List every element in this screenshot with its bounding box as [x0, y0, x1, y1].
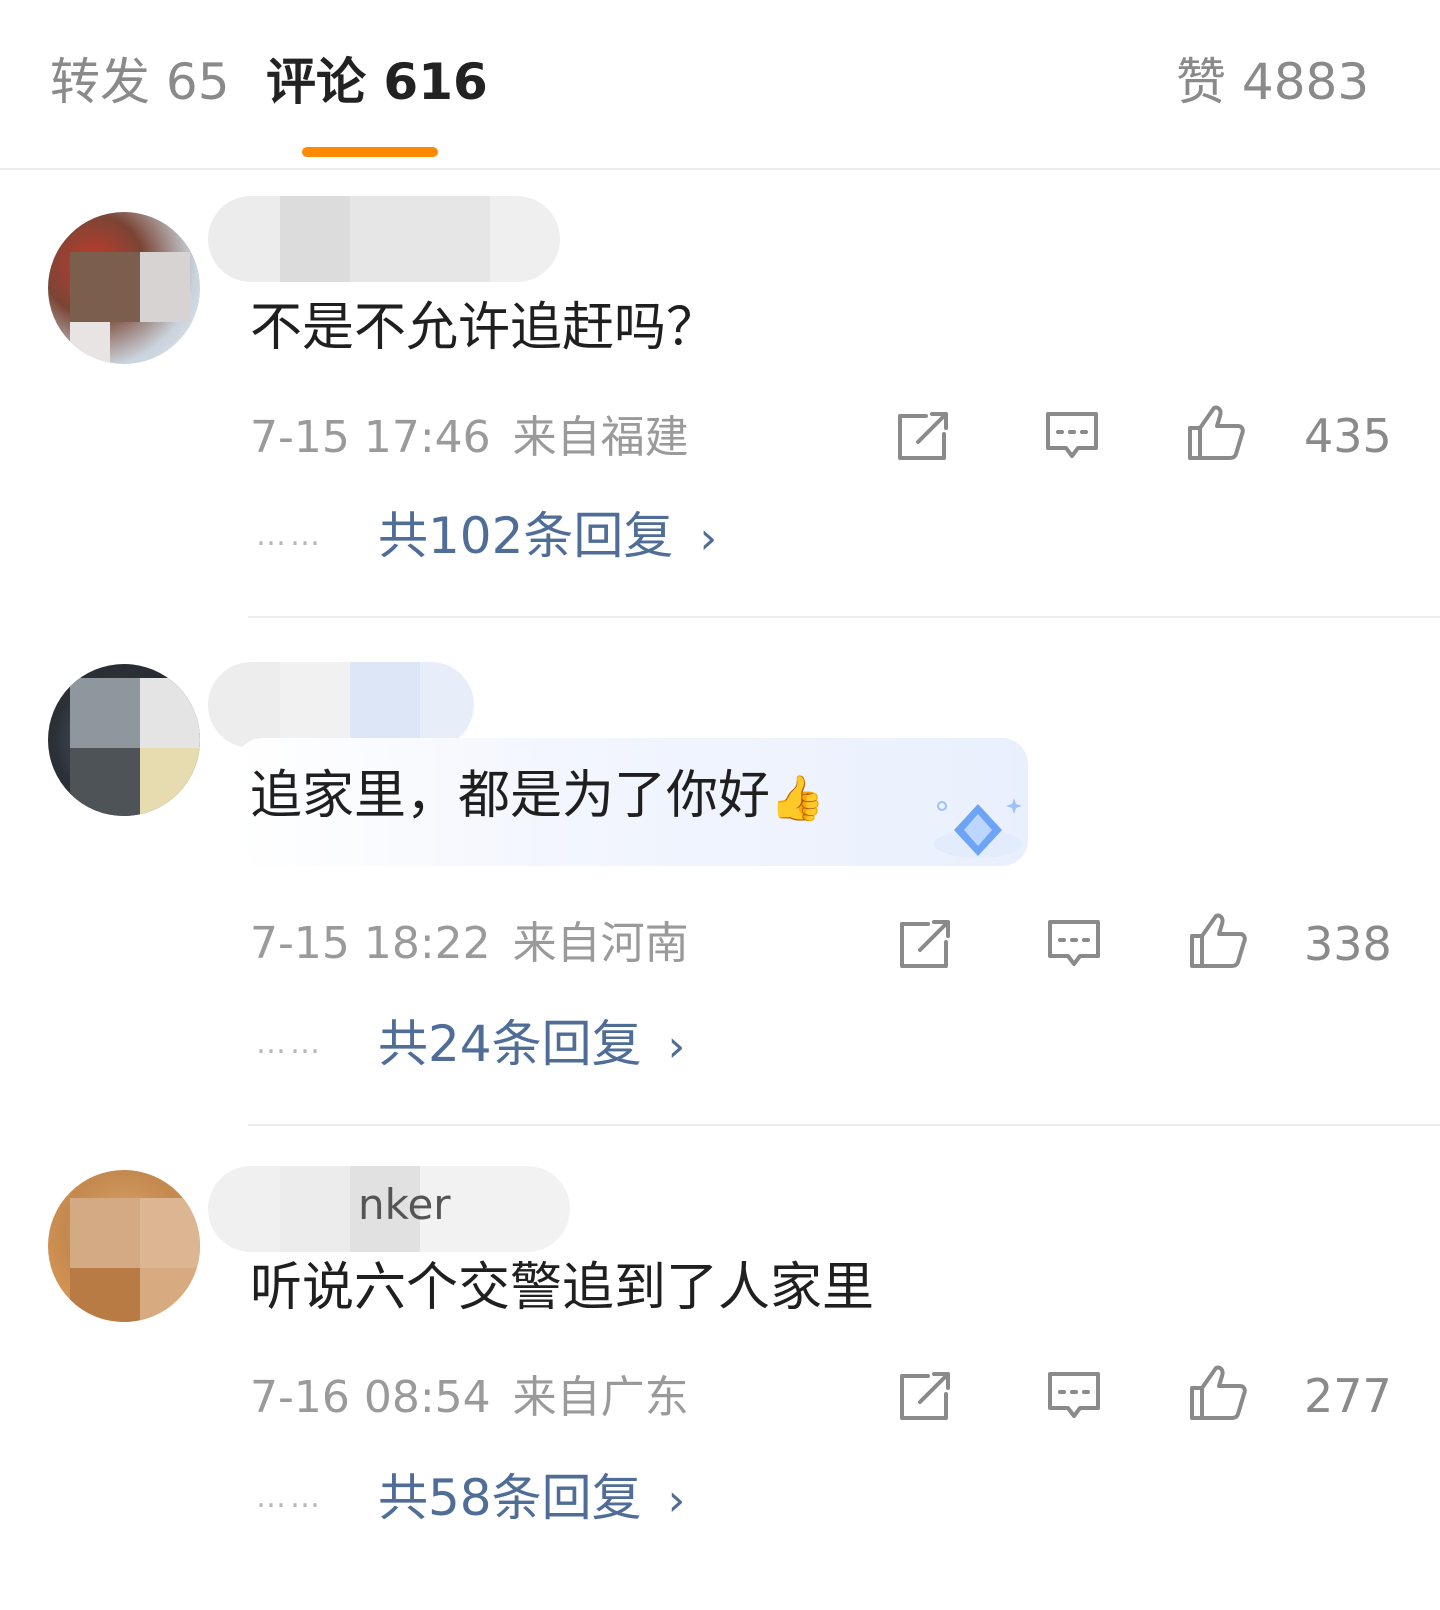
chevron-right-icon: ›: [667, 1475, 686, 1526]
avatar[interactable]: [48, 212, 200, 364]
comment-time: 7-15 17:46: [250, 412, 491, 463]
tab-indicator: [302, 147, 438, 157]
avatar[interactable]: [48, 664, 200, 816]
like-count: 435: [1304, 409, 1392, 463]
comment-time: 7-15 18:22: [250, 918, 491, 969]
comment-meta: 7-15 17:46 来自福建: [250, 410, 689, 466]
comment-icon[interactable]: [1044, 1366, 1104, 1426]
username-redacted[interactable]: nker: [208, 1166, 570, 1252]
thumbs-up-icon[interactable]: [1188, 1362, 1248, 1422]
chevron-right-icon: ›: [667, 1021, 686, 1072]
tab-repost[interactable]: 转发 65: [50, 50, 230, 114]
like-count: 338: [1304, 917, 1392, 971]
thumbs-up-emoji-icon: 👍: [770, 773, 825, 824]
view-replies-link[interactable]: 共58条回复 ›: [378, 1468, 685, 1531]
more-dots: ……: [256, 1026, 324, 1061]
comment-icon[interactable]: [1044, 914, 1104, 974]
more-dots: ……: [256, 518, 324, 553]
comment-time: 7-16 08:54: [250, 1372, 491, 1423]
username-redacted[interactable]: [208, 196, 560, 282]
diamond-badge-icon: [934, 798, 1022, 858]
comment-text-body: 追家里，都是为了你好: [250, 766, 771, 826]
replies-count-label: 共58条回复: [378, 1469, 642, 1527]
divider: [248, 1124, 1440, 1126]
comment-meta: 7-16 08:54 来自广东: [250, 1370, 689, 1426]
view-replies-link[interactable]: 共24条回复 ›: [378, 1014, 685, 1077]
username-fragment: nker: [358, 1180, 451, 1229]
comment-location: 来自福建: [512, 412, 689, 463]
replies-count-label: 共24条回复: [378, 1015, 642, 1073]
tab-comments[interactable]: 评论 616: [266, 50, 488, 114]
like-count: 277: [1304, 1369, 1392, 1423]
comment-tabs: 转发 65 评论 616 赞 4883: [0, 0, 1440, 170]
comment-location: 来自广东: [512, 1372, 689, 1423]
divider: [248, 616, 1440, 618]
view-replies-link[interactable]: 共102条回复 ›: [378, 506, 717, 569]
comment-text: 听说六个交警追到了人家里: [250, 1258, 875, 1318]
share-icon[interactable]: [894, 406, 954, 466]
comment-meta: 7-15 18:22 来自河南: [250, 916, 689, 972]
replies-count-label: 共102条回复: [378, 507, 674, 565]
share-icon[interactable]: [896, 1366, 956, 1426]
comment-text: 追家里，都是为了你好👍: [250, 764, 825, 831]
username-redacted[interactable]: [208, 662, 474, 748]
share-icon[interactable]: [896, 914, 956, 974]
comment-icon[interactable]: [1042, 406, 1102, 466]
chevron-right-icon: ›: [699, 513, 718, 564]
avatar[interactable]: [48, 1170, 200, 1322]
tab-likes[interactable]: 赞 4883: [1176, 50, 1369, 114]
comment-text: 不是不允许追赶吗？: [250, 298, 719, 358]
more-dots: ……: [256, 1480, 324, 1515]
comment-location: 来自河南: [512, 918, 689, 969]
thumbs-up-icon[interactable]: [1186, 402, 1246, 462]
thumbs-up-icon[interactable]: [1188, 910, 1248, 970]
